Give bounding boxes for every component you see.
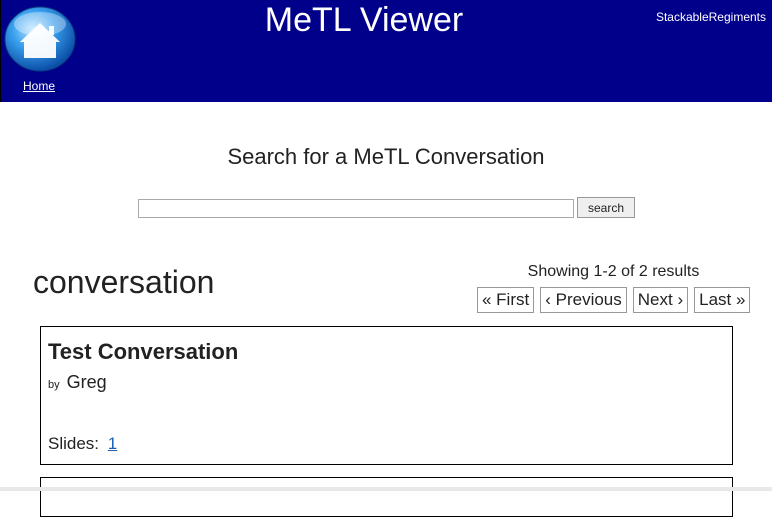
horizontal-scrollbar[interactable] bbox=[0, 487, 772, 491]
conversation-card: Test Conversation by Greg Slides: 1 bbox=[40, 326, 733, 465]
previous-page-button[interactable]: ‹ Previous bbox=[540, 287, 627, 313]
search-button[interactable]: search bbox=[577, 197, 635, 218]
app-title: MeTL Viewer bbox=[264, 1, 464, 39]
home-link[interactable]: Home bbox=[23, 79, 55, 93]
slides-label: Slides: bbox=[48, 434, 100, 453]
slide-link[interactable]: 1 bbox=[108, 434, 117, 453]
pagination: « First ‹ Previous Next › Last » bbox=[477, 287, 751, 313]
search-heading: Search for a MeTL Conversation bbox=[227, 144, 545, 169]
conversation-card bbox=[40, 477, 733, 517]
last-page-button[interactable]: Last » bbox=[694, 287, 751, 313]
first-page-button[interactable]: « First bbox=[477, 287, 535, 313]
search-input[interactable] bbox=[138, 199, 574, 218]
conversation-author: by Greg bbox=[48, 372, 107, 393]
author-name: Greg bbox=[66, 372, 107, 392]
username-label[interactable]: StackableRegiments bbox=[656, 10, 766, 24]
results-heading: conversation bbox=[33, 264, 215, 300]
next-page-button[interactable]: Next › bbox=[632, 287, 689, 313]
conversation-slides: Slides: 1 bbox=[48, 434, 117, 454]
conversation-title[interactable]: Test Conversation bbox=[48, 339, 238, 365]
author-prefix: by bbox=[48, 379, 60, 391]
header-bar: Home MeTL Viewer StackableRegiments bbox=[0, 0, 772, 102]
results-summary: Showing 1-2 of 2 results bbox=[527, 263, 700, 280]
